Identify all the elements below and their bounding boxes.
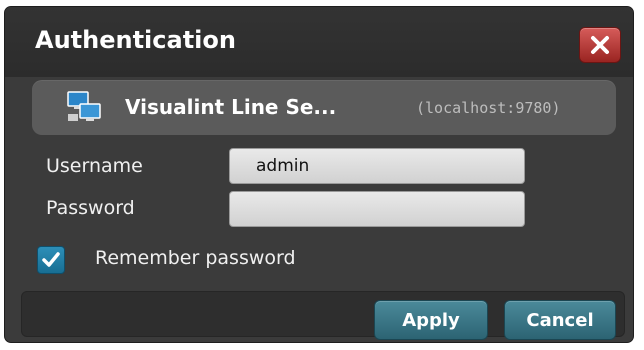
username-input[interactable] <box>229 148 525 184</box>
server-host: (localhost:9780) <box>416 99 561 117</box>
close-icon <box>591 36 609 54</box>
authentication-dialog: Authentication Visualint Line Se... (loc… <box>4 6 634 343</box>
cancel-button[interactable]: Cancel <box>504 300 616 340</box>
network-computers-icon <box>67 91 101 121</box>
dialog-title: Authentication <box>35 26 236 54</box>
apply-button[interactable]: Apply <box>374 300 488 340</box>
password-input[interactable] <box>229 191 525 227</box>
checkmark-icon <box>42 252 60 267</box>
dialog-titlebar: Authentication <box>5 7 633 77</box>
remember-password-checkbox[interactable] <box>37 246 65 274</box>
server-info-panel: Visualint Line Se... (localhost:9780) <box>32 80 616 135</box>
password-label: Password <box>46 197 135 219</box>
dialog-footer: Apply Cancel <box>21 291 625 340</box>
username-label: Username <box>46 155 143 177</box>
remember-password-label[interactable]: Remember password <box>95 246 296 270</box>
server-name: Visualint Line Se... <box>125 95 337 119</box>
close-button[interactable] <box>579 27 621 63</box>
